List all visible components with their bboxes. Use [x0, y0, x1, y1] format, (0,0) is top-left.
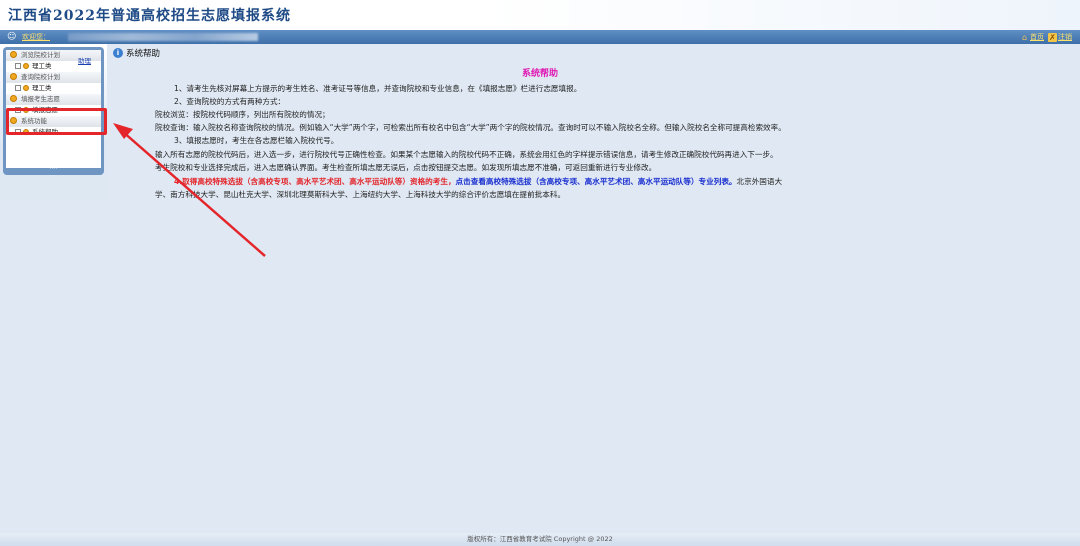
item-icon	[23, 85, 29, 91]
copyright-text: 版权所有：江西省教育考试院 Copyright @ 2022	[467, 535, 613, 543]
special-selection-link[interactable]: 点击查看高校特殊选拔（含高校专项、高水平艺术团、高水平运动队等）专业列表。	[456, 177, 737, 186]
help-line-9: 学、南方科技大学、昆山杜克大学、深圳北理莫斯科大学、上海纽约大学、上海科技大学的…	[155, 190, 566, 199]
app-title: 江西省2022年普通高校招生志愿填报系统	[8, 8, 291, 24]
welcome-bar: ☺ 欢迎您： ⌂ 首页 ✗ 注销	[0, 30, 1080, 44]
folder-icon	[10, 51, 17, 58]
folder-icon	[10, 95, 17, 102]
sidebar-group-fill[interactable]: 填报考生志愿	[6, 94, 101, 105]
help-line-2: 2、查询院校的方式有两种方式：	[174, 97, 286, 106]
help-heading: 系统帮助	[521, 69, 558, 79]
help-line-3: 院校浏览：按院校代码顺序，列出所有院校的情况；	[155, 110, 330, 119]
help-line-8-tail: 北京外国语大	[736, 177, 783, 186]
logout-link[interactable]: 注销	[1058, 32, 1072, 42]
top-links: ⌂ 首页 ✗ 注销	[1020, 32, 1076, 42]
arrow-head	[113, 123, 133, 139]
help-line-8: 4.取得高校特殊选拔（含高校专项、高水平艺术团、高水平运动队等）资格的考生，点击…	[174, 176, 782, 188]
special-selection-notice: 4.取得高校特殊选拔（含高校专项、高水平艺术团、高水平运动队等）资格的考生，	[174, 177, 456, 186]
header: 江西省2022年普通高校招生志愿填报系统	[0, 0, 1080, 30]
group-title: 填报考生志愿	[21, 95, 60, 103]
info-icon: i	[113, 48, 123, 58]
sidebar-group-browse[interactable]: 浏览院校计划 助理	[6, 50, 101, 65]
welcome-label: 欢迎您：	[22, 33, 50, 41]
page-title: 系统帮助	[126, 49, 161, 59]
help-line-4: 院校查询：输入院校名称查询院校的情况。例如输入“大学”两个字，可检索出所有校名中…	[155, 123, 786, 132]
highlight-box	[6, 108, 107, 135]
help-line-6: 输入所有志愿的院校代码后，进入选一步，进行院校代号正确性检查。如果某个志愿输入的…	[155, 150, 778, 159]
home-link[interactable]: 首页	[1030, 32, 1044, 42]
group-title: 浏览院校计划	[21, 51, 60, 59]
user-icon: ☺	[7, 32, 17, 42]
annotation-arrow	[113, 123, 266, 257]
help-line-1: 1、请考生先核对屏幕上方提示的考生姓名、准考证号等信息，并查询院校和专业信息，在…	[174, 84, 582, 93]
help-line-7: 考生院校和专业选择完成后，进入志愿确认界面。考生检查所填志愿无误后，点击按钮提交…	[155, 163, 657, 172]
sidebar-item-query-science[interactable]: 理工类	[6, 83, 101, 94]
logout-icon[interactable]: ✗	[1048, 32, 1057, 42]
content-title: i 系统帮助	[113, 47, 160, 59]
help-line-5: 3、填报志愿时，考生在各志愿栏输入院校代号。	[174, 136, 339, 145]
user-info-blurred	[68, 33, 258, 41]
footer: 版权所有：江西省教育考试院 Copyright @ 2022	[0, 533, 1080, 546]
sidebar-footer-grip: ····	[49, 166, 58, 173]
item-label: 理工类	[32, 84, 52, 92]
home-icon[interactable]: ⌂	[1020, 33, 1029, 42]
expand-icon[interactable]	[15, 85, 21, 91]
